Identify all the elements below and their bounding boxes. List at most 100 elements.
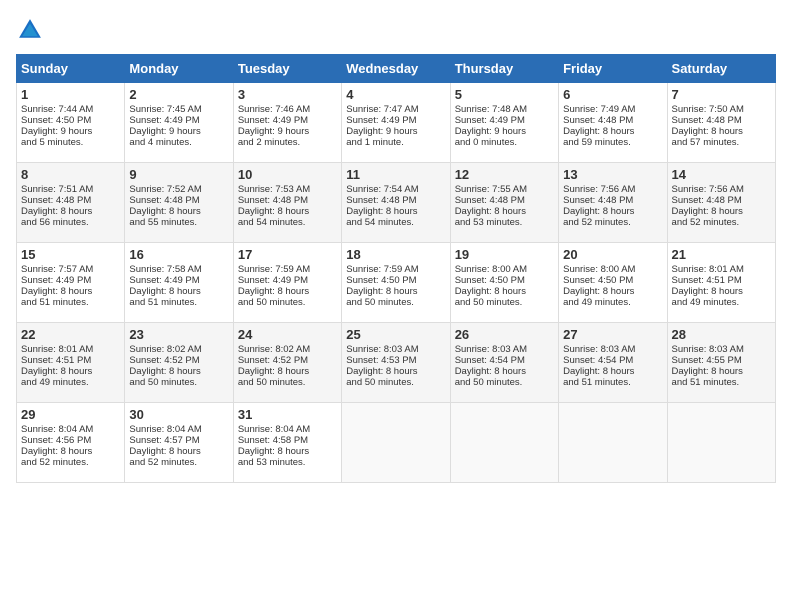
header-cell-saturday: Saturday	[667, 55, 775, 83]
calendar-cell: 13Sunrise: 7:56 AMSunset: 4:48 PMDayligh…	[559, 163, 667, 243]
calendar-cell: 29Sunrise: 8:04 AMSunset: 4:56 PMDayligh…	[17, 403, 125, 483]
day-info: and 51 minutes.	[563, 377, 662, 388]
day-info: Daylight: 9 hours	[455, 126, 554, 137]
day-info: Daylight: 8 hours	[21, 446, 120, 457]
day-info: Daylight: 8 hours	[238, 286, 337, 297]
day-info: Sunset: 4:48 PM	[21, 195, 120, 206]
day-number: 8	[21, 167, 120, 182]
day-info: Daylight: 8 hours	[563, 126, 662, 137]
day-info: Daylight: 9 hours	[129, 126, 228, 137]
week-row-1: 1Sunrise: 7:44 AMSunset: 4:50 PMDaylight…	[17, 83, 776, 163]
day-number: 21	[672, 247, 771, 262]
header-cell-friday: Friday	[559, 55, 667, 83]
day-info: Sunset: 4:49 PM	[238, 275, 337, 286]
day-info: and 4 minutes.	[129, 137, 228, 148]
day-number: 31	[238, 407, 337, 422]
day-info: and 52 minutes.	[21, 457, 120, 468]
day-number: 1	[21, 87, 120, 102]
day-info: and 50 minutes.	[346, 377, 445, 388]
day-info: Sunset: 4:57 PM	[129, 435, 228, 446]
calendar-table: SundayMondayTuesdayWednesdayThursdayFrid…	[16, 54, 776, 483]
calendar-cell: 30Sunrise: 8:04 AMSunset: 4:57 PMDayligh…	[125, 403, 233, 483]
day-info: Sunset: 4:58 PM	[238, 435, 337, 446]
day-info: Sunrise: 8:04 AM	[238, 424, 337, 435]
day-info: Sunset: 4:50 PM	[455, 275, 554, 286]
day-number: 9	[129, 167, 228, 182]
day-number: 13	[563, 167, 662, 182]
day-info: Daylight: 8 hours	[21, 286, 120, 297]
day-info: and 51 minutes.	[129, 297, 228, 308]
calendar-cell: 7Sunrise: 7:50 AMSunset: 4:48 PMDaylight…	[667, 83, 775, 163]
calendar-cell: 9 Sunrise: 7:52 AMSunset: 4:48 PMDaylight…	[125, 163, 233, 243]
calendar-cell: 18Sunrise: 7:59 AMSunset: 4:50 PMDayligh…	[342, 243, 450, 323]
header-cell-wednesday: Wednesday	[342, 55, 450, 83]
day-number: 29	[21, 407, 120, 422]
calendar-cell: 11Sunrise: 7:54 AMSunset: 4:48 PMDayligh…	[342, 163, 450, 243]
calendar-cell	[450, 403, 558, 483]
day-info: Sunrise: 8:03 AM	[563, 344, 662, 355]
day-info: Daylight: 8 hours	[563, 286, 662, 297]
calendar-cell	[667, 403, 775, 483]
day-info: Sunset: 4:48 PM	[455, 195, 554, 206]
day-info: Sunrise: 7:59 AM	[346, 264, 445, 275]
calendar-header: SundayMondayTuesdayWednesdayThursdayFrid…	[17, 55, 776, 83]
day-info: Sunrise: 7:52 AM	[129, 184, 228, 195]
calendar-cell	[559, 403, 667, 483]
day-info: Sunset: 4:56 PM	[21, 435, 120, 446]
day-info: Daylight: 8 hours	[346, 366, 445, 377]
page-header	[16, 16, 776, 44]
calendar-cell: 8Sunrise: 7:51 AMSunset: 4:48 PMDaylight…	[17, 163, 125, 243]
day-info: and 51 minutes.	[672, 377, 771, 388]
day-info: Sunrise: 8:00 AM	[563, 264, 662, 275]
day-info: Daylight: 8 hours	[563, 366, 662, 377]
day-number: 7	[672, 87, 771, 102]
day-number: 28	[672, 327, 771, 342]
day-info: and 56 minutes.	[21, 217, 120, 228]
day-info: Sunset: 4:48 PM	[346, 195, 445, 206]
day-number: 19	[455, 247, 554, 262]
day-info: and 53 minutes.	[238, 457, 337, 468]
week-row-3: 15Sunrise: 7:57 AMSunset: 4:49 PMDayligh…	[17, 243, 776, 323]
day-info: Sunrise: 7:55 AM	[455, 184, 554, 195]
day-info: Sunrise: 7:54 AM	[346, 184, 445, 195]
day-info: Daylight: 8 hours	[129, 206, 228, 217]
day-info: Daylight: 8 hours	[129, 446, 228, 457]
day-info: Sunrise: 8:04 AM	[129, 424, 228, 435]
calendar-cell: 25Sunrise: 8:03 AMSunset: 4:53 PMDayligh…	[342, 323, 450, 403]
calendar-cell: 3Sunrise: 7:46 AMSunset: 4:49 PMDaylight…	[233, 83, 341, 163]
day-info: Sunrise: 7:56 AM	[672, 184, 771, 195]
day-info: Sunset: 4:54 PM	[563, 355, 662, 366]
day-info: and 49 minutes.	[672, 297, 771, 308]
day-info: Sunset: 4:48 PM	[563, 195, 662, 206]
calendar-cell: 24Sunrise: 8:02 AMSunset: 4:52 PMDayligh…	[233, 323, 341, 403]
day-info: and 52 minutes.	[672, 217, 771, 228]
day-info: Sunset: 4:48 PM	[672, 195, 771, 206]
day-number: 5	[455, 87, 554, 102]
calendar-cell: 21Sunrise: 8:01 AMSunset: 4:51 PMDayligh…	[667, 243, 775, 323]
logo	[16, 16, 48, 44]
day-info: Daylight: 8 hours	[346, 206, 445, 217]
day-info: and 2 minutes.	[238, 137, 337, 148]
calendar-cell: 20Sunrise: 8:00 AMSunset: 4:50 PMDayligh…	[559, 243, 667, 323]
day-info: and 54 minutes.	[346, 217, 445, 228]
day-info: Sunrise: 8:02 AM	[129, 344, 228, 355]
calendar-cell: 6Sunrise: 7:49 AMSunset: 4:48 PMDaylight…	[559, 83, 667, 163]
day-info: and 50 minutes.	[238, 297, 337, 308]
logo-icon	[16, 16, 44, 44]
day-info: Sunset: 4:55 PM	[672, 355, 771, 366]
calendar-cell: 31Sunrise: 8:04 AMSunset: 4:58 PMDayligh…	[233, 403, 341, 483]
day-number: 2	[129, 87, 228, 102]
day-info: Sunset: 4:51 PM	[672, 275, 771, 286]
calendar-cell: 14Sunrise: 7:56 AMSunset: 4:48 PMDayligh…	[667, 163, 775, 243]
day-info: Sunset: 4:48 PM	[129, 195, 228, 206]
day-number: 26	[455, 327, 554, 342]
day-info: Sunrise: 8:01 AM	[672, 264, 771, 275]
day-info: and 49 minutes.	[563, 297, 662, 308]
day-info: Sunrise: 7:56 AM	[563, 184, 662, 195]
day-info: Daylight: 8 hours	[455, 286, 554, 297]
day-info: and 1 minute.	[346, 137, 445, 148]
day-number: 14	[672, 167, 771, 182]
day-info: Sunrise: 7:46 AM	[238, 104, 337, 115]
day-info: Sunset: 4:49 PM	[21, 275, 120, 286]
header-cell-tuesday: Tuesday	[233, 55, 341, 83]
